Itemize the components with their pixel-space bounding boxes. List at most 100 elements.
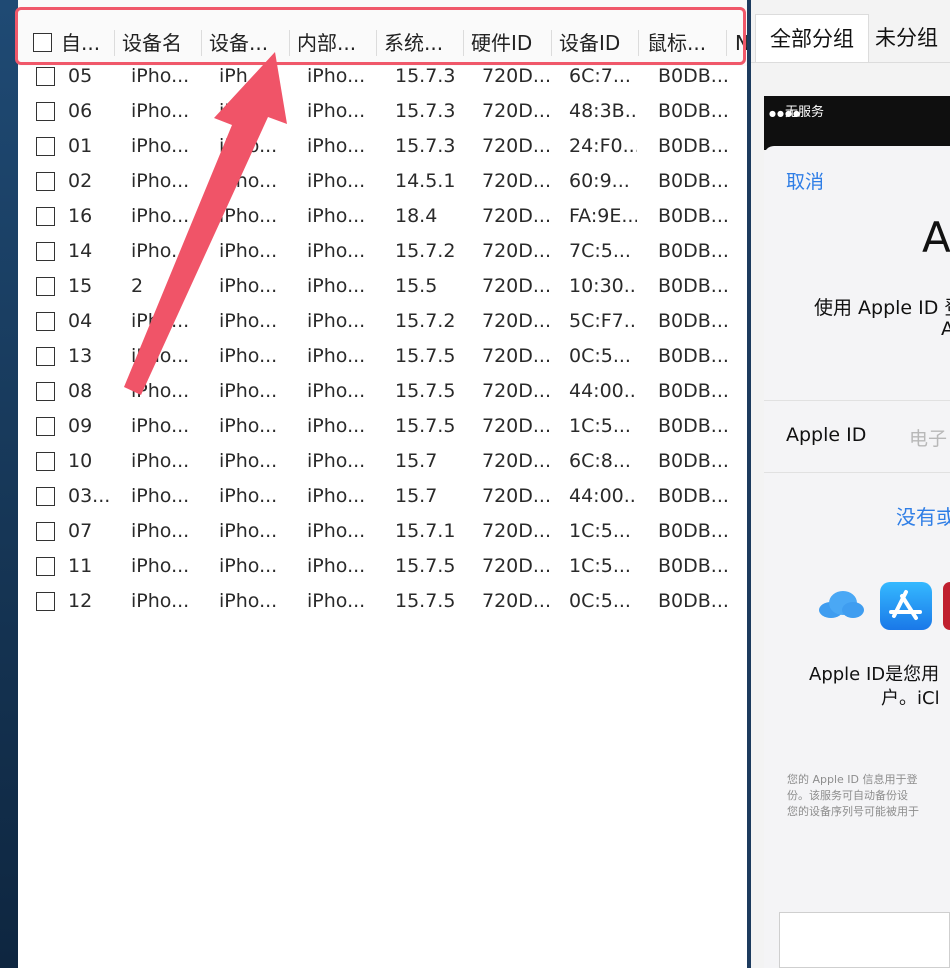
app-store-glyph (889, 590, 922, 620)
row-checkbox[interactable] (36, 557, 55, 576)
tab-ungrouped[interactable]: 未分组 (875, 14, 950, 62)
column-divider[interactable] (551, 30, 552, 56)
cell-device-id: 1C:5... (569, 555, 631, 577)
column-divider[interactable] (726, 30, 727, 56)
apple-id-input[interactable]: 电子 (909, 424, 947, 451)
cell-internal: iPho... (307, 170, 366, 192)
group-panel: 全部分组 未分组 ●●●● 无服务 取消 A 使用 Apple ID 登 A A… (751, 0, 950, 968)
cell-mouse: B0DB... (658, 450, 728, 472)
cell-hardware-id: 720D... (482, 170, 550, 192)
table-row[interactable]: 15 2 iPho... iPho... 15.5 720D... 10:30... B0DB… (18, 269, 747, 304)
column-divider[interactable] (289, 30, 290, 56)
cell-system-version: 15.7.5 (395, 345, 456, 367)
row-checkbox[interactable] (36, 242, 55, 261)
col-header-device-name[interactable]: 设备名 (122, 25, 200, 61)
row-checkbox[interactable] (36, 67, 55, 86)
column-divider[interactable] (114, 30, 115, 56)
cell-hardware-id: 720D... (482, 555, 550, 577)
select-all-checkbox[interactable] (33, 33, 52, 52)
row-checkbox[interactable] (36, 347, 55, 366)
cell-device-model: iPho... (219, 275, 278, 297)
cell-internal: iPho... (307, 100, 366, 122)
column-divider[interactable] (201, 30, 202, 56)
table-row[interactable]: 16 iPho... iPho... iPho... 18.4 720D... FA:9E.… (18, 199, 747, 234)
cell-auto: 09 (68, 415, 93, 437)
col-header-device-model[interactable]: 设备... (209, 25, 287, 61)
cell-device-model: iPho... (219, 345, 278, 367)
table-row[interactable]: 06 iPho... iP... iPho... 15.7.3 720D... 48:3B.… (18, 94, 747, 129)
row-checkbox[interactable] (36, 172, 55, 191)
table-row[interactable]: 07 iPho... iPho... iPho... 15.7.1 720D... 1C:5… (18, 514, 747, 549)
table-row[interactable]: 02 iPho... iPho... iPho... 14.5.1 720D... 60:9… (18, 164, 747, 199)
table-row[interactable]: 10 iPho... iPho... iPho... 15.7 720D... 6C:8..… (18, 444, 747, 479)
row-checkbox[interactable] (36, 137, 55, 156)
row-checkbox[interactable] (36, 277, 55, 296)
table-header: 自... 设备名 设备... 内部... 系统... 硬件ID 设备ID 鼠标.… (18, 0, 747, 66)
col-header-mouse[interactable]: 鼠标... (647, 25, 727, 61)
music-app-icon (943, 582, 950, 630)
row-checkbox[interactable] (36, 312, 55, 331)
table-row[interactable]: 09 iPho... iPho... iPho... 15.7.5 720D... 1C:5… (18, 409, 747, 444)
sheet-title: A (922, 213, 950, 262)
table-row[interactable]: 08 iPho... iPho... iPho... 15.7.5 720D... 44:0… (18, 374, 747, 409)
tab-all-groups[interactable]: 全部分组 (755, 14, 869, 63)
table-row[interactable]: 05 iPho... iPh... iPho... 15.7.3 720D... 6C:7.… (18, 59, 747, 94)
cell-device-model: iPho... (219, 555, 278, 577)
cell-device-model: iPho... (219, 520, 278, 542)
table-row[interactable]: 11 iPho... iPho... iPho... 15.7.5 720D... 1C:5… (18, 549, 747, 584)
cell-device-id: 44:00... (569, 380, 637, 402)
cell-mouse: B0DB... (658, 170, 728, 192)
table-row[interactable]: 01 iPho... iPho... iPho... 15.7.3 720D... 24:F… (18, 129, 747, 164)
cell-internal: iPho... (307, 65, 366, 87)
apple-id-label: Apple ID (786, 424, 867, 446)
cell-device-id: 0C:5... (569, 345, 631, 367)
cell-internal: iPho... (307, 205, 366, 227)
cell-device-name: iPho... (131, 65, 190, 87)
cell-internal: iPho... (307, 590, 366, 612)
cell-device-id: 0C:5... (569, 590, 631, 612)
device-list-panel: 自... 设备名 设备... 内部... 系统... 硬件ID 设备ID 鼠标.… (18, 0, 747, 968)
column-divider[interactable] (463, 30, 464, 56)
col-header-internal[interactable]: 内部... (297, 25, 377, 61)
desktop-background (0, 0, 18, 968)
cell-internal: iPho... (307, 310, 366, 332)
cell-hardware-id: 720D... (482, 345, 550, 367)
table-row[interactable]: 13 iPho... iPho... iPho... 15.7.5 720D... 0C:5… (18, 339, 747, 374)
col-header-auto[interactable]: 自... (61, 25, 111, 61)
cell-hardware-id: 720D... (482, 100, 550, 122)
cell-mouse: B0DB... (658, 135, 728, 157)
col-header-hardware-id[interactable]: 硬件ID (471, 25, 551, 61)
column-divider[interactable] (638, 30, 639, 56)
table-row[interactable]: 12 iPho... iPho... iPho... 15.7.5 720D... 0C:5… (18, 584, 747, 619)
row-checkbox[interactable] (36, 592, 55, 611)
no-apple-id-link[interactable]: 没有或 (896, 501, 950, 530)
cell-device-id: 5C:F7... (569, 310, 637, 332)
table-row[interactable]: 04 iPho... iPho... iPho... 15.7.2 720D... 5C:F… (18, 304, 747, 339)
cell-hardware-id: 720D... (482, 450, 550, 472)
row-checkbox[interactable] (36, 102, 55, 121)
col-header-device-id[interactable]: 设备ID (559, 25, 639, 61)
cell-system-version: 15.7.2 (395, 310, 456, 332)
row-checkbox[interactable] (36, 522, 55, 541)
cell-internal: iPho... (307, 240, 366, 262)
cancel-button[interactable]: 取消 (786, 167, 824, 194)
cell-device-id: 1C:5... (569, 520, 631, 542)
cell-device-id: 6C:8... (569, 450, 631, 472)
row-checkbox[interactable] (36, 207, 55, 226)
table-row[interactable]: 14 iPho... iPho... iPho... 15.7.2 720D... 7C:5… (18, 234, 747, 269)
cell-device-name: iPho... (131, 100, 190, 122)
row-checkbox[interactable] (36, 382, 55, 401)
cell-hardware-id: 720D... (482, 415, 550, 437)
row-checkbox[interactable] (36, 417, 55, 436)
bottom-input-box[interactable] (779, 912, 950, 968)
column-divider[interactable] (376, 30, 377, 56)
cell-device-id: FA:9E... (569, 205, 637, 227)
cell-internal: iPho... (307, 555, 366, 577)
col-header-more[interactable]: N (735, 25, 747, 61)
row-checkbox[interactable] (36, 452, 55, 471)
divider (764, 472, 950, 473)
col-header-system[interactable]: 系统... (384, 25, 464, 61)
cell-auto: 13 (68, 345, 93, 367)
row-checkbox[interactable] (36, 487, 55, 506)
table-row[interactable]: 03... iPho... iPho... iPho... 15.7 720D... 44:… (18, 479, 747, 514)
